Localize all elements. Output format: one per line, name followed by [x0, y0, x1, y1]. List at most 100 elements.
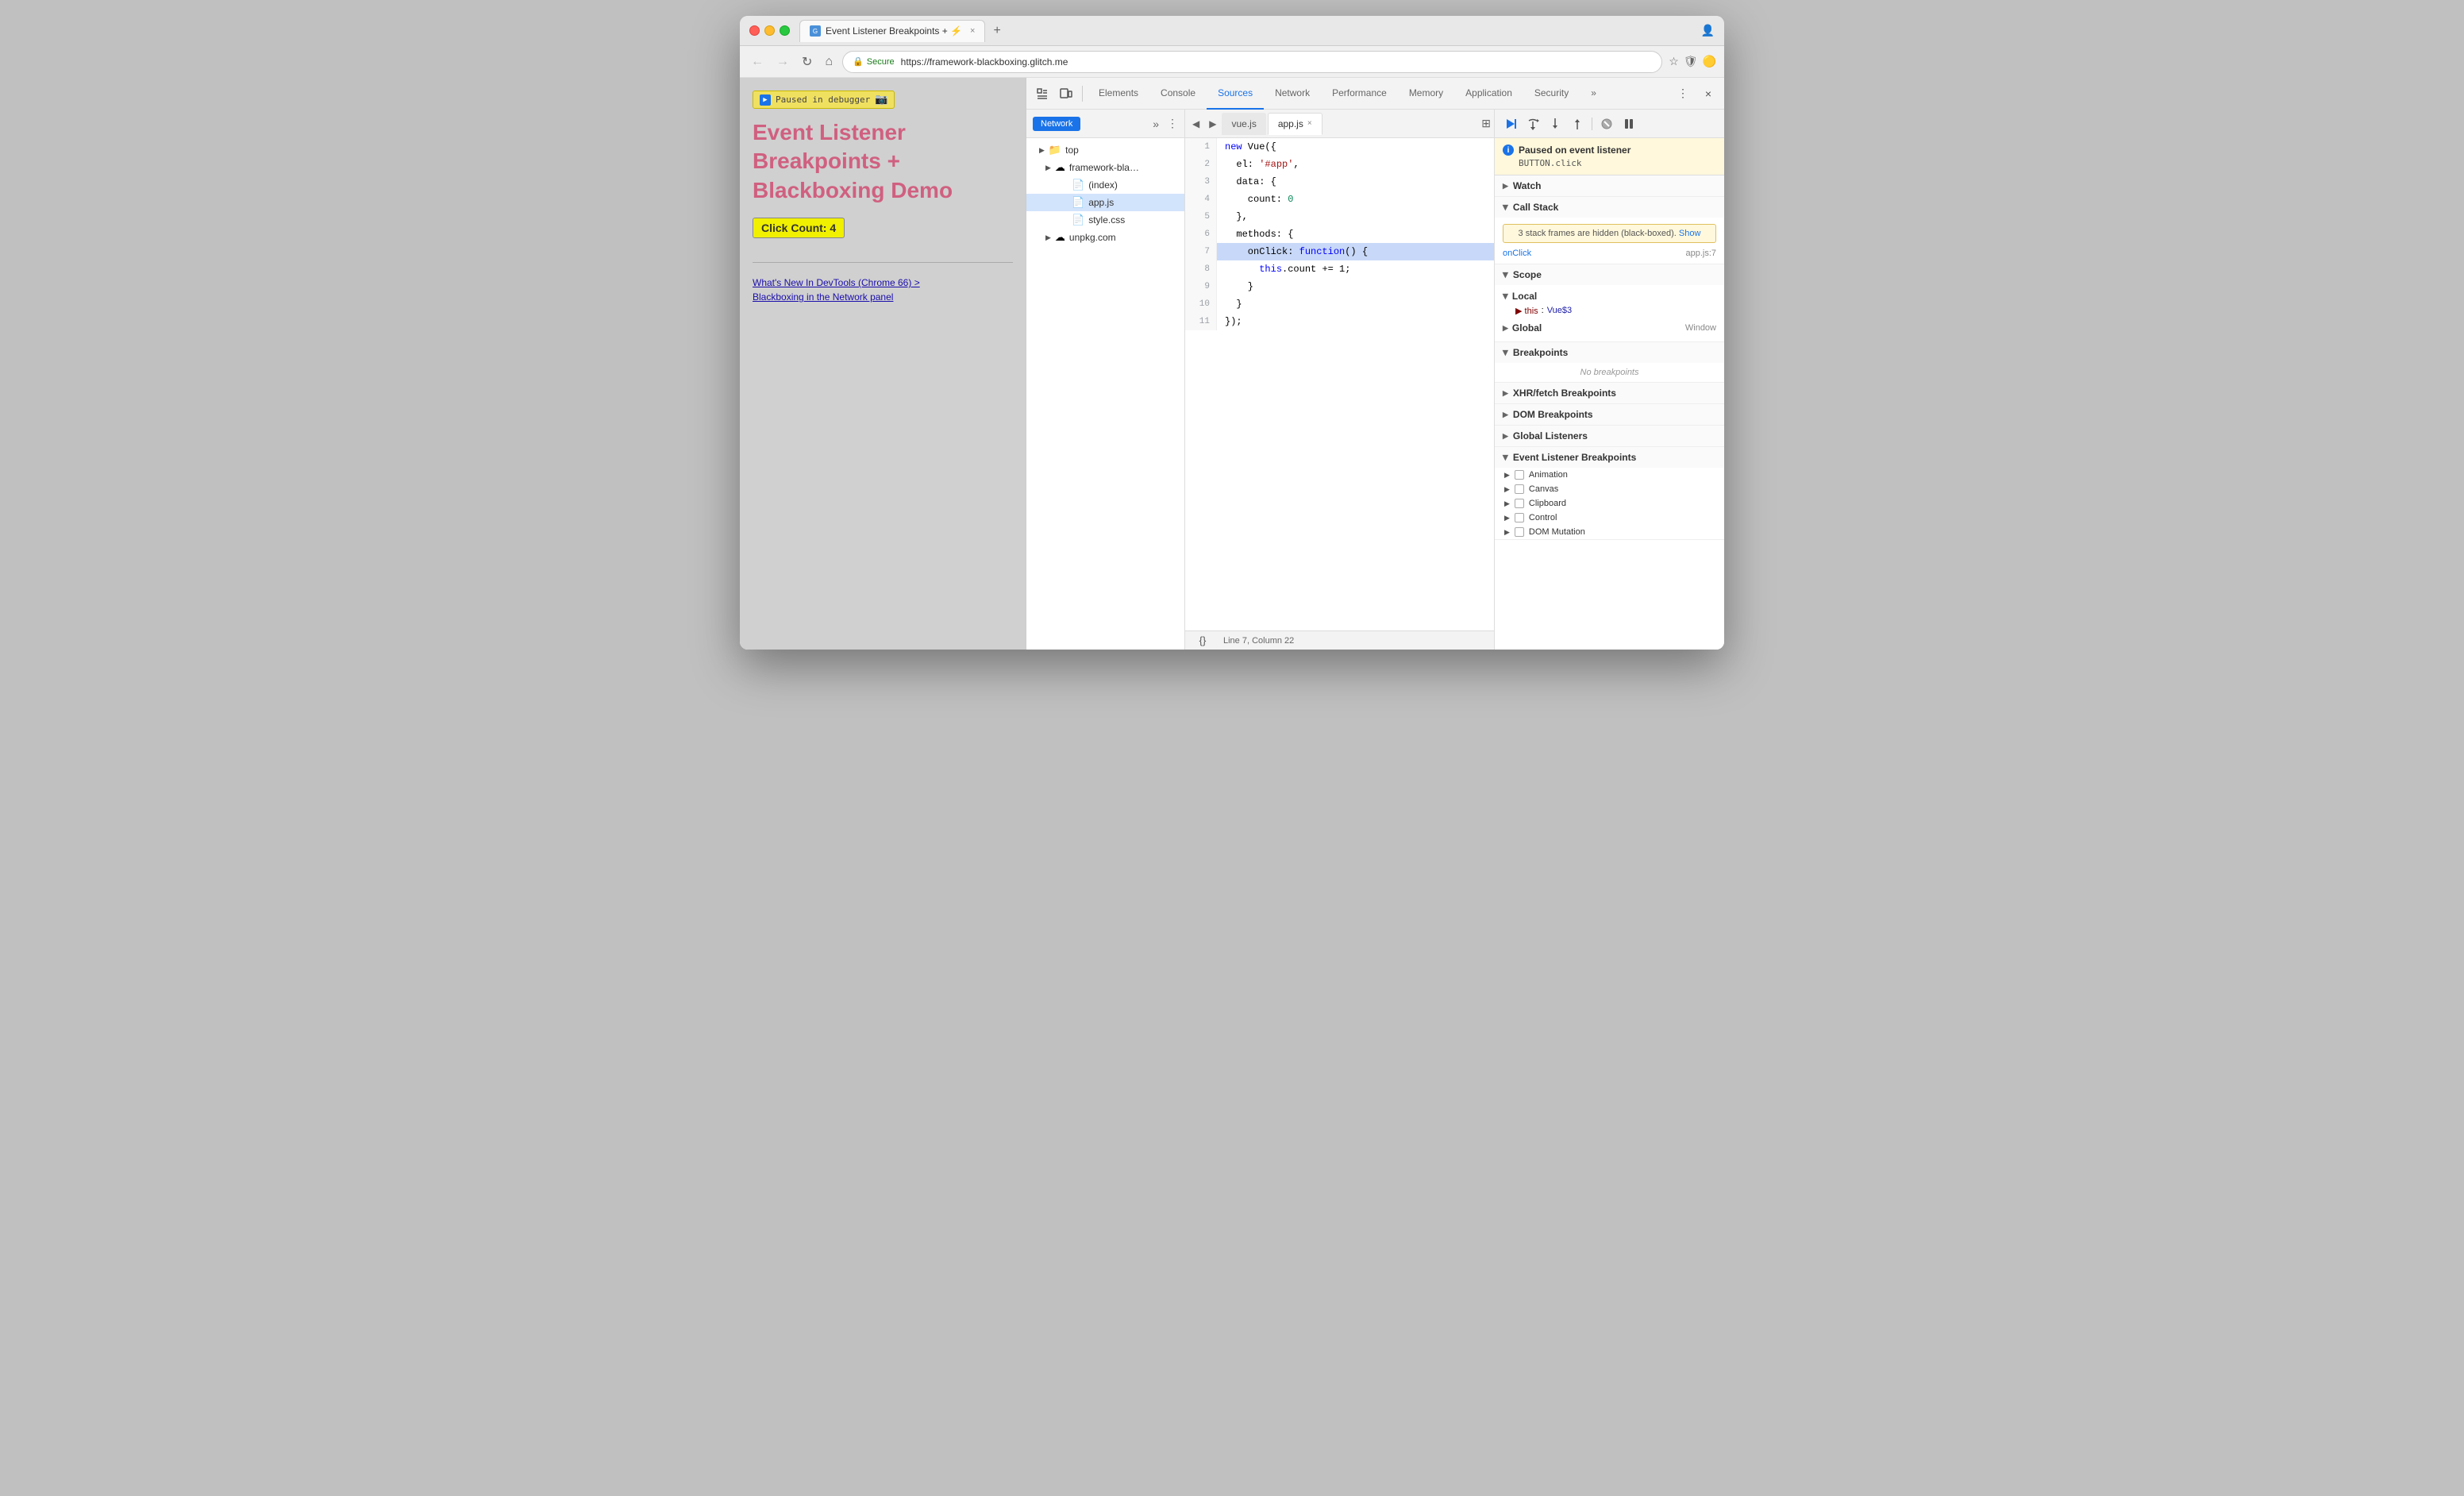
tab-elements[interactable]: Elements — [1088, 78, 1149, 110]
canvas-checkbox[interactable] — [1515, 484, 1524, 494]
line-number: 11 — [1185, 313, 1217, 330]
tree-label: framework-bla… — [1069, 162, 1139, 173]
secure-badge: 🔒 Secure https://framework-blackboxing.g… — [853, 56, 1068, 67]
editor-tab-vuejs[interactable]: vue.js — [1222, 113, 1265, 135]
format-button[interactable]: ⊞ — [1481, 117, 1491, 130]
animation-checkbox[interactable] — [1515, 470, 1524, 480]
step-over-button[interactable] — [1523, 114, 1542, 133]
scope-local-this: ▶ this : Vue$3 — [1503, 304, 1716, 318]
more-tabs-button[interactable]: » — [1580, 78, 1607, 110]
callstack-show-link[interactable]: Show — [1679, 229, 1701, 238]
dom-breakpoints-header[interactable]: ▶ DOM Breakpoints — [1495, 404, 1724, 425]
scope-global-row[interactable]: ▶ Global Window — [1503, 318, 1716, 338]
tab-memory[interactable]: Memory — [1398, 78, 1454, 110]
editor-tab-appjs[interactable]: app.js × — [1268, 113, 1322, 135]
callstack-header[interactable]: ▶ Call Stack — [1495, 197, 1724, 218]
tab-console[interactable]: Console — [1149, 78, 1207, 110]
watch-header[interactable]: ▶ Watch — [1495, 175, 1724, 196]
back-button[interactable]: ← — [748, 52, 767, 72]
step-into-button[interactable] — [1546, 114, 1565, 133]
tree-item-stylecss[interactable]: 📄 style.css — [1026, 211, 1184, 229]
refresh-button[interactable]: ↻ — [799, 51, 815, 73]
el-bp-clipboard[interactable]: ▶ Clipboard — [1495, 496, 1724, 511]
line-number: 7 — [1185, 243, 1217, 260]
whats-new-link[interactable]: What's New In DevTools (Chrome 66) > — [753, 276, 1013, 290]
event-listener-bp-header[interactable]: ▶ Event Listener Breakpoints — [1495, 447, 1724, 468]
sidebar-options-button[interactable]: ⋮ — [1167, 117, 1178, 130]
resume-icon: ▶ — [760, 94, 771, 106]
dom-mutation-checkbox[interactable] — [1515, 527, 1524, 537]
el-bp-dom-mutation[interactable]: ▶ DOM Mutation — [1495, 525, 1724, 539]
inspect-element-button[interactable] — [1031, 83, 1053, 105]
tree-label: unpkg.com — [1069, 232, 1116, 243]
editor-tab-close-button[interactable]: × — [1307, 119, 1312, 128]
tab-security[interactable]: Security — [1523, 78, 1580, 110]
tab-application[interactable]: Application — [1454, 78, 1523, 110]
devtools-toolbar: Elements Console Sources Network Perform… — [1026, 78, 1724, 110]
scope-local-header[interactable]: ▶ Local — [1503, 288, 1716, 304]
tab-close-button[interactable]: × — [970, 26, 975, 36]
scope-header[interactable]: ▶ Scope — [1495, 264, 1724, 285]
devtools-settings-button[interactable]: ⋮ — [1672, 83, 1694, 105]
extension-icon-2[interactable]: 🟡 — [1703, 55, 1716, 68]
el-bp-control[interactable]: ▶ Control — [1495, 511, 1724, 525]
editor-status-bar: {} Line 7, Column 22 — [1185, 630, 1494, 650]
file-css-icon: 📄 — [1072, 214, 1084, 226]
sidebar-tab-network[interactable]: Network — [1033, 117, 1080, 131]
clipboard-label: Clipboard — [1529, 499, 1566, 508]
pause-on-exceptions-button[interactable] — [1619, 114, 1638, 133]
line-number: 3 — [1185, 173, 1217, 191]
breakpoints-header[interactable]: ▶ Breakpoints — [1495, 342, 1724, 363]
extension-icon-1[interactable]: 🛡 — [1684, 55, 1698, 68]
close-button[interactable] — [749, 25, 760, 36]
tree-label: (index) — [1088, 179, 1118, 191]
home-button[interactable]: ⌂ — [822, 52, 836, 72]
tree-item-unpkg[interactable]: ▶ ☁ unpkg.com — [1026, 229, 1184, 246]
tree-item-framework[interactable]: ▶ ☁ framework-bla… — [1026, 159, 1184, 176]
maximize-button[interactable] — [780, 25, 790, 36]
tree-label: top — [1065, 145, 1079, 156]
code-line-10: 10 } — [1185, 295, 1494, 313]
control-label: Control — [1529, 513, 1557, 522]
tab-sources[interactable]: Sources — [1207, 78, 1264, 110]
sidebar-more-button[interactable]: » — [1153, 118, 1159, 130]
scope-global-label: Global — [1512, 322, 1542, 334]
device-toggle-button[interactable] — [1055, 83, 1077, 105]
el-bp-canvas[interactable]: ▶ Canvas — [1495, 482, 1724, 496]
global-listeners-header[interactable]: ▶ Global Listeners — [1495, 426, 1724, 446]
click-count-badge[interactable]: Click Count: 4 — [753, 218, 845, 238]
editor-back-button[interactable]: ◀ — [1188, 116, 1203, 132]
clipboard-checkbox[interactable] — [1515, 499, 1524, 508]
step-out-button[interactable] — [1568, 114, 1587, 133]
new-tab-button[interactable]: + — [988, 24, 1005, 38]
scope-this-val: Vue$3 — [1547, 306, 1572, 316]
tab-performance[interactable]: Performance — [1321, 78, 1398, 110]
tab-network[interactable]: Network — [1264, 78, 1321, 110]
address-input[interactable]: 🔒 Secure https://framework-blackboxing.g… — [842, 51, 1662, 73]
minimize-button[interactable] — [764, 25, 775, 36]
xhr-breakpoints-header[interactable]: ▶ XHR/fetch Breakpoints — [1495, 383, 1724, 403]
blackboxing-link[interactable]: Blackboxing in the Network panel — [753, 290, 1013, 304]
browser-tab[interactable]: G Event Listener Breakpoints + ⚡ × — [799, 20, 985, 42]
forward-button[interactable]: → — [773, 52, 792, 72]
callstack-item[interactable]: onClick app.js:7 — [1503, 246, 1716, 260]
code-line-2: 2 el: '#app', — [1185, 156, 1494, 173]
tree-item-index[interactable]: 📄 (index) — [1026, 176, 1184, 194]
resume-button[interactable] — [1501, 114, 1520, 133]
watch-section: ▶ Watch — [1495, 175, 1724, 197]
paused-label: Paused in debugger — [776, 94, 870, 105]
el-bp-animation[interactable]: ▶ Animation — [1495, 468, 1724, 482]
tree-item-top[interactable]: ▶ 📁 top — [1026, 141, 1184, 159]
pretty-print-button[interactable]: {} — [1192, 630, 1214, 650]
deactivate-breakpoints-button[interactable] — [1597, 114, 1616, 133]
dom-mutation-label: DOM Mutation — [1529, 527, 1585, 537]
tree-item-appjs[interactable]: 📄 app.js — [1026, 194, 1184, 211]
paused-title: i Paused on event listener — [1503, 145, 1716, 156]
editor-forward-button[interactable]: ▶ — [1205, 116, 1220, 132]
code-editor[interactable]: 1 new Vue({ 2 el: '#app', 3 data: { — [1185, 138, 1494, 630]
devtools-close-button[interactable]: × — [1697, 83, 1719, 105]
control-checkbox[interactable] — [1515, 513, 1524, 522]
expand-icon: ▶ — [1039, 146, 1045, 155]
bookmark-icon[interactable]: ☆ — [1669, 55, 1679, 68]
local-expand-icon: ▶ — [1501, 294, 1510, 299]
